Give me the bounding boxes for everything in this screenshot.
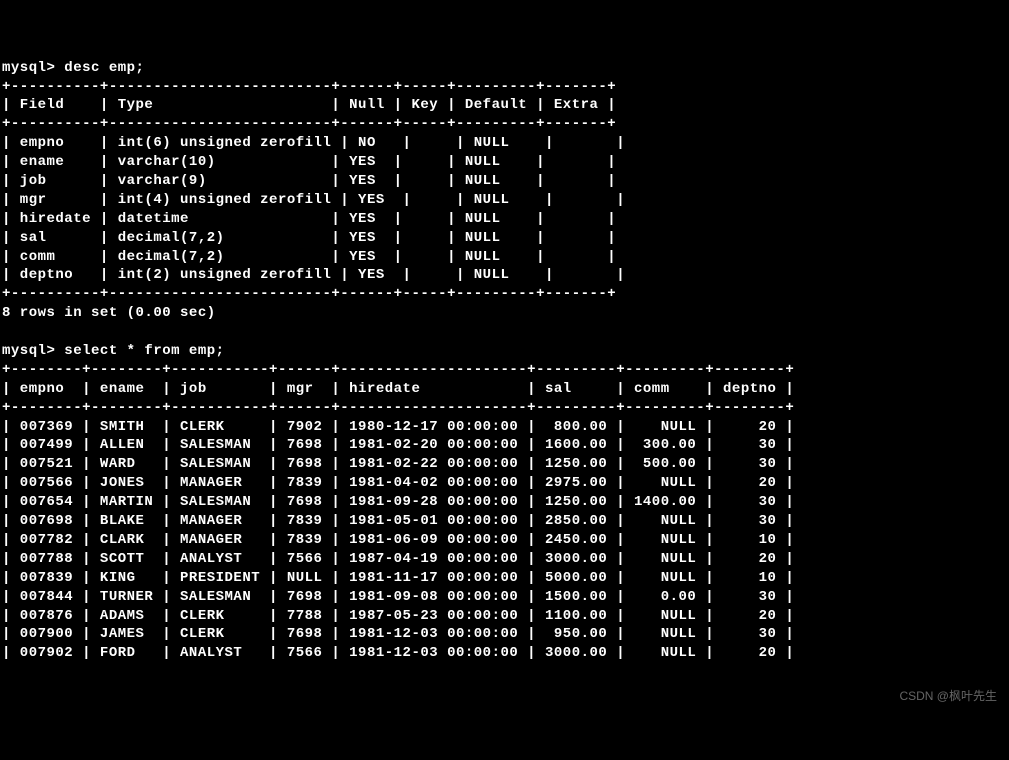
watermark-text: CSDN @枫叶先生 <box>899 688 997 704</box>
desc-row: | comm | decimal(7,2) | YES | | NULL | | <box>2 249 616 265</box>
select-row: | 007900 | JAMES | CLERK | 7698 | 1981-1… <box>2 626 794 642</box>
mysql-prompt-1[interactable]: mysql> desc emp; <box>2 60 144 76</box>
mysql-prompt-2[interactable]: mysql> select * from emp; <box>2 343 225 359</box>
desc-border-bottom: +----------+-------------------------+--… <box>2 286 616 302</box>
select-row: | 007566 | JONES | MANAGER | 7839 | 1981… <box>2 475 794 491</box>
desc-border-top: +----------+-------------------------+--… <box>2 79 616 95</box>
select-row: | 007902 | FORD | ANALYST | 7566 | 1981-… <box>2 645 794 661</box>
desc-row: | ename | varchar(10) | YES | | NULL | | <box>2 154 616 170</box>
select-row: | 007788 | SCOTT | ANALYST | 7566 | 1987… <box>2 551 794 567</box>
desc-footer: 8 rows in set (0.00 sec) <box>2 305 216 321</box>
select-border-mid: +--------+--------+-----------+------+--… <box>2 400 794 416</box>
desc-row: | hiredate | datetime | YES | | NULL | | <box>2 211 616 227</box>
desc-row: | job | varchar(9) | YES | | NULL | | <box>2 173 616 189</box>
select-row: | 007782 | CLARK | MANAGER | 7839 | 1981… <box>2 532 794 548</box>
select-border-top: +--------+--------+-----------+------+--… <box>2 362 794 378</box>
terminal-output: mysql> desc emp; +----------+-----------… <box>2 59 1007 664</box>
select-row: | 007876 | ADAMS | CLERK | 7788 | 1987-0… <box>2 608 794 624</box>
select-row: | 007698 | BLAKE | MANAGER | 7839 | 1981… <box>2 513 794 529</box>
desc-row: | empno | int(6) unsigned zerofill | NO … <box>2 135 625 151</box>
select-row: | 007839 | KING | PRESIDENT | NULL | 198… <box>2 570 794 586</box>
desc-row: | deptno | int(2) unsigned zerofill | YE… <box>2 267 625 283</box>
select-row: | 007844 | TURNER | SALESMAN | 7698 | 19… <box>2 589 794 605</box>
select-row: | 007499 | ALLEN | SALESMAN | 7698 | 198… <box>2 437 794 453</box>
desc-border-mid: +----------+-------------------------+--… <box>2 116 616 132</box>
desc-row: | mgr | int(4) unsigned zerofill | YES |… <box>2 192 625 208</box>
desc-header-row: | Field | Type | Null | Key | Default | … <box>2 97 616 113</box>
select-row: | 007521 | WARD | SALESMAN | 7698 | 1981… <box>2 456 794 472</box>
select-row: | 007369 | SMITH | CLERK | 7902 | 1980-1… <box>2 419 794 435</box>
select-header-row: | empno | ename | job | mgr | hiredate |… <box>2 381 794 397</box>
select-row: | 007654 | MARTIN | SALESMAN | 7698 | 19… <box>2 494 794 510</box>
desc-row: | sal | decimal(7,2) | YES | | NULL | | <box>2 230 616 246</box>
